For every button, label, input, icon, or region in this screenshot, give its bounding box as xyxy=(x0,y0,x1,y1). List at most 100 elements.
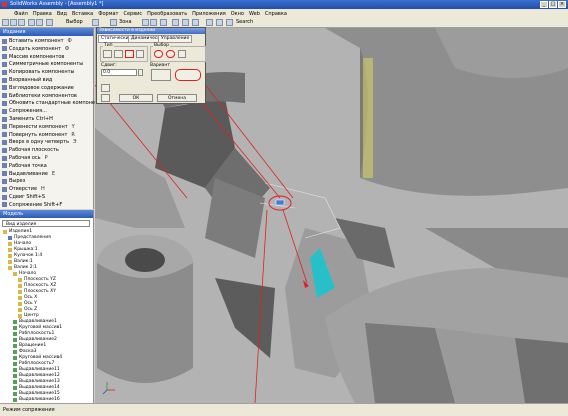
new-icon[interactable] xyxy=(2,19,9,26)
feature-item[interactable]: Рабочая точка xyxy=(2,162,51,170)
feature-item[interactable]: Библиотеки компонентов xyxy=(2,92,81,100)
menu-view[interactable]: Вид xyxy=(57,11,67,17)
pointer-icon[interactable] xyxy=(46,19,53,26)
variant-mate-button[interactable] xyxy=(151,69,171,81)
feature-item[interactable]: Сдвиг Shift+S xyxy=(2,193,49,201)
predict-offset-icon[interactable] xyxy=(101,94,110,102)
feature-item[interactable]: Массив компонентов xyxy=(2,53,68,61)
feature-item[interactable]: Отверстие Н xyxy=(2,185,45,193)
feature-item-label: Копировать компоненты xyxy=(9,69,75,76)
status-bar: Режим сопряжения xyxy=(0,403,568,416)
window-title: SolidWorks Assembly - [Assembly1 *] xyxy=(10,1,104,7)
constraint-dialog[interactable]: Зависимости в изделии Статические Динами… xyxy=(96,27,206,104)
selection-2-button[interactable] xyxy=(166,50,175,58)
ok-button[interactable]: ОК xyxy=(119,94,153,102)
help-icon[interactable] xyxy=(226,19,233,26)
mate-glyph-icon[interactable] xyxy=(275,199,285,206)
open-icon[interactable] xyxy=(10,19,17,26)
shaded-icon[interactable] xyxy=(172,19,179,26)
tree-node-icon xyxy=(8,248,12,252)
tree-node-icon xyxy=(8,236,12,240)
tangent-type-button[interactable] xyxy=(125,50,134,58)
feature-item[interactable]: Повернуть компонент R xyxy=(2,131,75,139)
feature-item-label: Сопряжения... xyxy=(9,108,47,115)
mate-type-button[interactable] xyxy=(103,50,112,58)
feature-icon xyxy=(2,155,7,161)
color-icon[interactable] xyxy=(206,19,213,26)
feature-item[interactable]: Создать компонент Ф xyxy=(2,45,69,53)
feature-item[interactable]: Сопряжения... xyxy=(2,107,51,115)
menu-file[interactable]: Файл xyxy=(14,11,28,17)
close-button[interactable]: × xyxy=(558,1,566,8)
menu-tools[interactable]: Сервис xyxy=(123,11,142,17)
feature-item-shortcut: R xyxy=(71,131,75,138)
cancel-button[interactable]: Отмена xyxy=(157,94,197,102)
feature-item-label: Вставить компонент xyxy=(9,38,64,44)
highlighted-axis xyxy=(363,58,373,178)
feature-item[interactable]: Вверх в одну четверть Э xyxy=(2,138,77,146)
feature-item[interactable]: Симметричные компоненты xyxy=(2,60,87,68)
save-icon[interactable] xyxy=(18,19,25,26)
variant-flush-button[interactable] xyxy=(175,69,201,81)
undo-icon[interactable] xyxy=(28,19,35,26)
offset-input[interactable]: 0.0 xyxy=(101,69,137,76)
first-click-icon[interactable] xyxy=(178,50,186,58)
feature-item-label: Повернуть компонент xyxy=(9,131,68,138)
zoom-icon[interactable] xyxy=(110,19,117,26)
select-button[interactable]: Выбор xyxy=(66,19,83,25)
menu-convert[interactable]: Преобразовать xyxy=(147,11,187,17)
menu-web[interactable]: Web xyxy=(249,11,260,17)
section-icon[interactable] xyxy=(192,19,199,26)
material-icon[interactable] xyxy=(216,19,223,26)
feature-item[interactable]: Перенести компонент Y xyxy=(2,123,75,131)
feature-item[interactable]: Рабочая ось Р xyxy=(2,154,48,162)
rotate-icon[interactable] xyxy=(150,19,157,26)
feature-item[interactable]: Заменить Ctrl+H xyxy=(2,115,57,123)
menu-format[interactable]: Формат xyxy=(98,11,118,17)
maximize-button[interactable]: □ xyxy=(549,1,557,8)
look-at-icon[interactable] xyxy=(160,19,167,26)
tree-node-icon xyxy=(8,266,12,270)
menu-applications[interactable]: Приложения xyxy=(192,11,226,17)
menu-insert[interactable]: Вставка xyxy=(72,11,93,17)
menu-help[interactable]: Справка xyxy=(265,11,287,17)
model-tree-panel: Модель Вид изделия Изделие1 Представления… xyxy=(0,210,94,403)
redo-icon[interactable] xyxy=(36,19,43,26)
search-label[interactable]: Search xyxy=(236,19,253,25)
feature-item[interactable]: Взглядовое содержание xyxy=(2,84,78,92)
feature-item-label: Рабочая точка xyxy=(9,162,47,169)
preview-icon[interactable] xyxy=(101,84,110,92)
view-selector[interactable]: Вид изделия xyxy=(2,220,90,227)
wireframe-icon[interactable] xyxy=(182,19,189,26)
feature-item[interactable]: Вырез xyxy=(2,177,29,185)
feature-item[interactable]: Рабочая плоскость xyxy=(2,146,63,154)
feature-panel: Издания Вставить компонент Ф Создать компо… xyxy=(0,28,105,209)
feature-item[interactable]: Выдавливание E xyxy=(2,170,55,178)
feature-item-label: Отверстие xyxy=(9,186,38,193)
feature-icon xyxy=(2,139,7,145)
tab-control[interactable]: Управление xyxy=(158,35,193,43)
feature-item-label: Создать компонент xyxy=(9,45,61,52)
title-bar: SolidWorks Assembly - [Assembly1 *] _ □ … xyxy=(0,0,568,9)
minimize-button[interactable]: _ xyxy=(540,1,548,8)
feature-item-label: Библиотеки компонентов xyxy=(9,92,77,99)
update-icon[interactable] xyxy=(92,19,99,26)
offset-spin-icon[interactable] xyxy=(138,69,143,76)
pan-icon[interactable] xyxy=(142,19,149,26)
angle-type-button[interactable] xyxy=(114,50,123,58)
feature-item-label: Сопряжение Shift+F xyxy=(9,201,63,208)
tree-node-icon xyxy=(13,326,17,330)
feature-item-shortcut: E xyxy=(51,170,56,177)
feature-item[interactable]: Копировать компоненты xyxy=(2,68,78,76)
feature-item[interactable]: Обновить стандартные компоненты xyxy=(2,99,109,107)
feature-item[interactable]: Взорванный вид xyxy=(2,76,56,84)
menu-window[interactable]: Окно xyxy=(231,11,244,17)
menu-edit[interactable]: Правка xyxy=(33,11,52,17)
feature-item[interactable]: Вставить компонент Ф xyxy=(2,37,72,45)
offset-label: Сдвиг: xyxy=(101,63,117,68)
selection-1-button[interactable] xyxy=(154,50,163,58)
insert-type-button[interactable] xyxy=(136,50,144,58)
feature-item[interactable]: Сопряжение Shift+F xyxy=(2,201,66,209)
zoom-label[interactable]: Зона xyxy=(119,19,132,25)
tree-node-icon xyxy=(13,344,17,348)
